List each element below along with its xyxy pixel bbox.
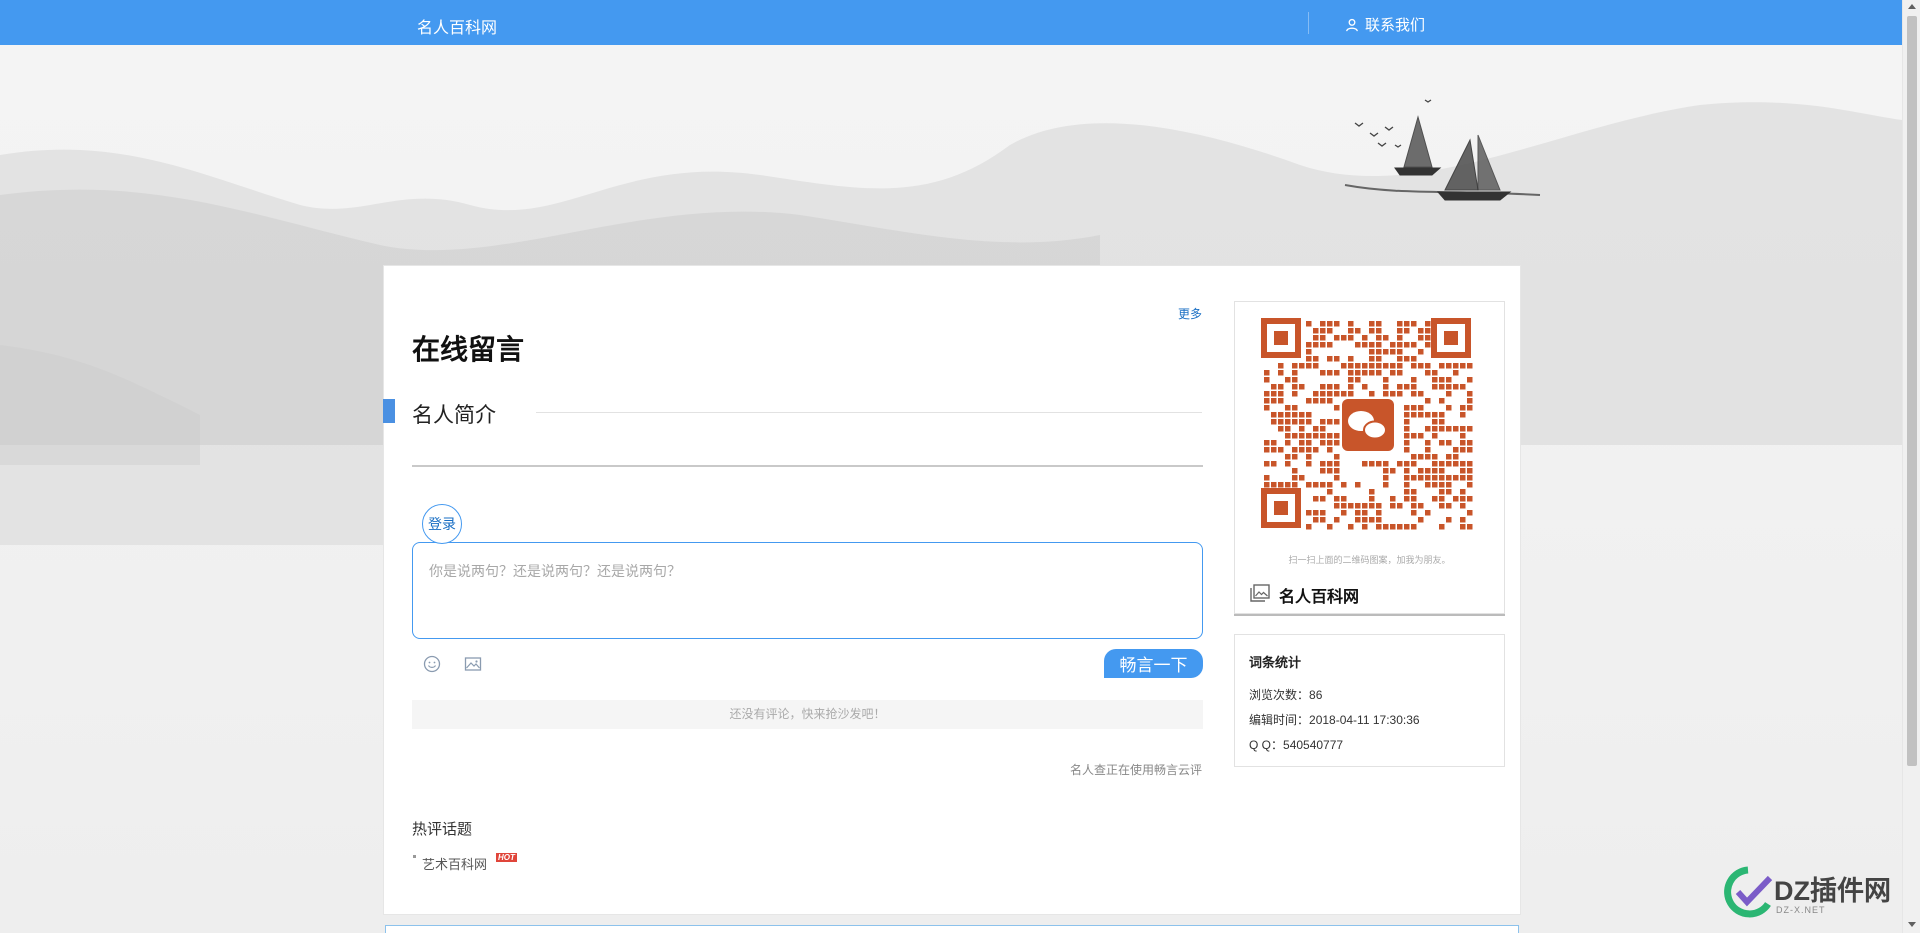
comment-input[interactable] (412, 542, 1203, 639)
section-title-intro: 名人简介 (412, 404, 496, 427)
stat-qq-value: 540540777 (1283, 738, 1344, 752)
stat-views-value: 86 (1309, 688, 1323, 702)
stat-views: 浏览次数：86 (1249, 686, 1322, 703)
hot-badge: HOT (496, 853, 517, 862)
wechat-qr-code (1261, 318, 1473, 530)
stat-views-label: 浏览次数： (1249, 688, 1310, 702)
login-button[interactable]: 登录 (422, 504, 462, 544)
contact-link[interactable]: 联系我们 (1345, 14, 1425, 35)
list-bullet (413, 855, 416, 858)
emoji-icon[interactable] (422, 654, 442, 674)
gallery-icon (1250, 584, 1270, 602)
empty-comments-message: 还没有评论，快来抢沙发吧！ (412, 700, 1203, 729)
site-brand[interactable]: 名人百科网 (417, 14, 497, 38)
stat-qq: Q Q：540540777 (1249, 736, 1343, 753)
next-panel-edge (385, 925, 1519, 933)
user-icon (1346, 18, 1358, 31)
image-upload-icon[interactable] (463, 654, 483, 674)
content-divider (412, 465, 1203, 467)
stats-title: 词条统计 (1249, 655, 1302, 670)
sidebar-site-name: 名人百科网 (1279, 589, 1360, 606)
nav-divider (1308, 12, 1309, 34)
qr-caption: 扫一扫上面的二维码图案，加我为朋友。 (1288, 555, 1451, 565)
stat-edit-value: 2018-04-11 17:30:36 (1309, 713, 1420, 727)
scroll-up-icon[interactable] (1908, 4, 1916, 9)
hot-topics-heading: 热评话题 (412, 821, 473, 838)
section-marker (383, 399, 395, 423)
scroll-down-icon[interactable] (1908, 922, 1916, 927)
stat-edit-time: 编辑时间：2018-04-11 17:30:36 (1249, 711, 1420, 728)
contact-label: 联系我们 (1365, 17, 1426, 34)
hot-topic-link[interactable]: 艺术百科网 (422, 854, 487, 873)
scroll-thumb[interactable] (1907, 16, 1917, 766)
watermark-text: DZ插件网 (1774, 876, 1891, 906)
watermark-subtext: DZ-X.NET (1776, 905, 1826, 915)
stat-qq-label: Q Q： (1249, 738, 1284, 752)
section-divider (536, 412, 1202, 413)
more-link[interactable]: 更多 (1178, 305, 1202, 322)
page-title: 在线留言 (412, 334, 525, 365)
stat-edit-label: 编辑时间： (1249, 713, 1310, 727)
vertical-scrollbar[interactable] (1902, 0, 1920, 933)
powered-by-link[interactable]: 名人查正在使用畅言云评 (1070, 761, 1202, 778)
top-nav: 名人百科网 联系我们 (0, 0, 1902, 45)
submit-comment-button[interactable]: 畅言一下 (1104, 649, 1203, 678)
